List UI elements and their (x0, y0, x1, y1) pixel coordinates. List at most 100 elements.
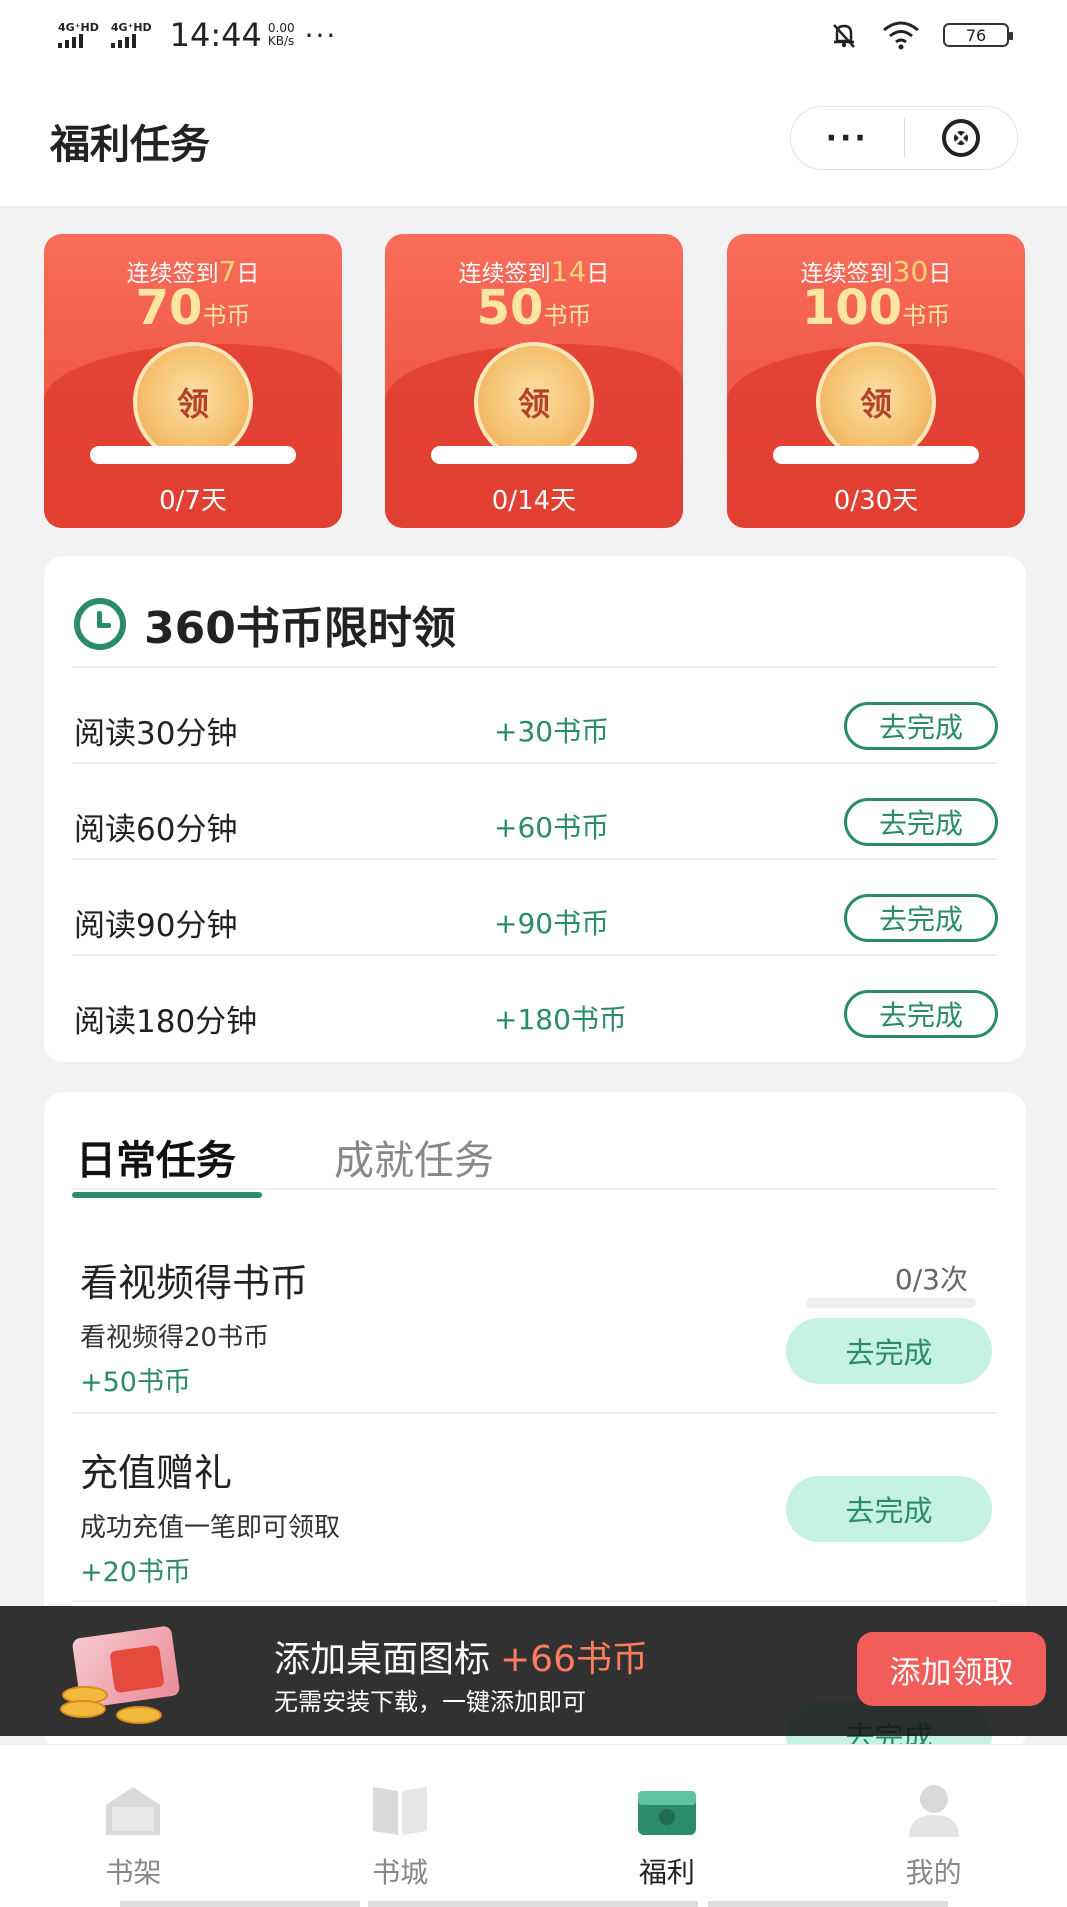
card-unit: 书币 (902, 302, 951, 330)
signin-progress-bar (90, 446, 296, 464)
task-reward: +30书币 (494, 715, 610, 748)
signin-card-14: 连续签到14日 50书币 领 0/14天 (385, 234, 683, 528)
tab-daily-tasks[interactable]: 日常任务 (76, 1128, 236, 1186)
signin-card-30: 连续签到30日 100书币 领 0/30天 (727, 234, 1025, 528)
task-reward: +90书币 (494, 907, 610, 940)
limited-time-panel: 360书币限时领 阅读30分钟 +30书币 去完成 阅读60分钟 +60书币 去… (44, 556, 1026, 1062)
card-amount: 70 (135, 280, 203, 336)
card-reward: 70书币 (44, 280, 342, 336)
task-reward: +60书币 (494, 811, 610, 844)
nav-bookshelf[interactable]: 书架 (0, 1745, 267, 1907)
go-complete-button[interactable]: 去完成 (786, 1318, 992, 1384)
claim-coin-button[interactable]: 领 (816, 342, 936, 462)
signal-1-label: 4G⁺HD (58, 21, 99, 34)
task-name: 阅读30分钟 (74, 715, 238, 752)
signin-progress-bar (773, 446, 979, 464)
task-reward: +180书币 (494, 1003, 627, 1036)
status-more: ··· (304, 18, 338, 52)
nav-profile[interactable]: 我的 (800, 1745, 1067, 1907)
claim-label: 领 (176, 385, 209, 423)
more-button[interactable]: ··· (791, 107, 904, 169)
clock-time: 14:44 (169, 16, 262, 54)
divider (72, 1188, 998, 1190)
network-speed: 0.00 KB/s (268, 22, 295, 48)
close-icon (941, 119, 980, 157)
card-unit: 书币 (543, 302, 592, 330)
go-complete-button[interactable]: 去完成 (844, 702, 998, 750)
go-complete-button[interactable]: 去完成 (786, 1476, 992, 1542)
divider (72, 666, 998, 668)
tab-underline (72, 1192, 262, 1198)
signin-progress-text: 0/30天 (833, 486, 919, 516)
go-complete-button[interactable]: 去完成 (844, 894, 998, 942)
home-indicator (120, 1901, 360, 1907)
limited-task-row: 阅读180分钟 +180书币 去完成 (74, 970, 998, 1066)
status-bar: 4G⁺HD 4G⁺HD 14:44 0.00 KB/s ··· 76 (0, 0, 1067, 70)
signin-progress-bar (431, 446, 637, 464)
page-header: 福利任务 ··· (0, 70, 1067, 206)
tab-achievement-tasks[interactable]: 成就任务 (334, 1128, 494, 1186)
bottom-tab-bar: 书架 书城 福利 我的 (0, 1744, 1067, 1907)
page-title: 福利任务 (50, 122, 210, 168)
welfare-icon (637, 1791, 696, 1835)
nav-welfare[interactable]: 福利 (534, 1745, 801, 1907)
claim-label: 领 (517, 385, 550, 423)
nav-label: 书架 (105, 1856, 162, 1889)
clock-icon (74, 598, 126, 650)
banner-title: 添加桌面图标 +66书币 (274, 1630, 648, 1682)
banner-subtitle: 无需安装下载，一键添加即可 (274, 1688, 586, 1716)
nav-bookstore[interactable]: 书城 (267, 1745, 534, 1907)
signal-bars-icon (110, 34, 152, 48)
speed-unit: KB/s (267, 34, 295, 48)
go-complete-button[interactable]: 去完成 (844, 798, 998, 846)
signal-2-label: 4G⁺HD (110, 21, 152, 34)
limited-header: 360书币限时领 (74, 592, 456, 656)
task-count: 0/3次 (894, 1263, 968, 1296)
nav-label: 我的 (905, 1856, 962, 1889)
home-indicator (708, 1901, 948, 1907)
home-indicator (368, 1901, 698, 1907)
card-reward: 100书币 (727, 280, 1025, 336)
claim-coin-button[interactable]: 领 (133, 342, 253, 462)
divider (72, 1412, 998, 1414)
add-claim-button[interactable]: 添加领取 (857, 1632, 1046, 1706)
signin-progress-text: 0/14天 (491, 486, 577, 516)
profile-icon (908, 1785, 959, 1837)
add-desktop-banner: 添加桌面图标 +66书币 无需安装下载，一键添加即可 添加领取 (0, 1606, 1067, 1736)
banner-bonus: +66书币 (500, 1639, 648, 1680)
signal-bars-icon (58, 34, 99, 48)
task-name: 阅读90分钟 (74, 907, 238, 944)
wifi-icon (883, 21, 919, 50)
claim-label: 领 (859, 385, 892, 423)
bookshelf-icon (106, 1787, 161, 1835)
signal-1: 4G⁺HD (58, 22, 99, 48)
go-complete-button[interactable]: 去完成 (844, 990, 998, 1038)
card-amount: 100 (801, 280, 903, 336)
card-amount: 50 (476, 280, 544, 336)
task-name: 阅读180分钟 (74, 1003, 258, 1040)
signal-2: 4G⁺HD (110, 21, 152, 48)
gift-coins-icon (56, 1625, 196, 1726)
task-name: 阅读60分钟 (74, 811, 238, 848)
close-button[interactable] (905, 107, 1018, 169)
task-count-bar (806, 1298, 976, 1308)
more-dots-icon: ··· (825, 120, 869, 156)
task-reward: +20书币 (80, 1557, 191, 1588)
divider (72, 954, 998, 956)
nav-label: 书城 (372, 1856, 429, 1889)
limited-title: 360书币限时领 (144, 603, 456, 654)
book-store-icon (373, 1787, 428, 1835)
divider (72, 858, 998, 860)
banner-title-text: 添加桌面图标 (274, 1639, 491, 1680)
battery-level: 76 (965, 25, 987, 45)
signin-card-7: 连续签到7日 70书币 领 0/7天 (44, 234, 342, 528)
signin-progress-text: 0/7天 (159, 486, 227, 516)
bell-off-icon (833, 24, 855, 48)
nav-label: 福利 (638, 1856, 695, 1889)
mini-program-capsule: ··· (790, 106, 1018, 170)
battery-icon: 76 (943, 23, 1013, 47)
card-reward: 50书币 (385, 280, 683, 336)
claim-coin-button[interactable]: 领 (474, 342, 594, 462)
card-unit: 书币 (202, 302, 251, 330)
divider (72, 762, 998, 764)
